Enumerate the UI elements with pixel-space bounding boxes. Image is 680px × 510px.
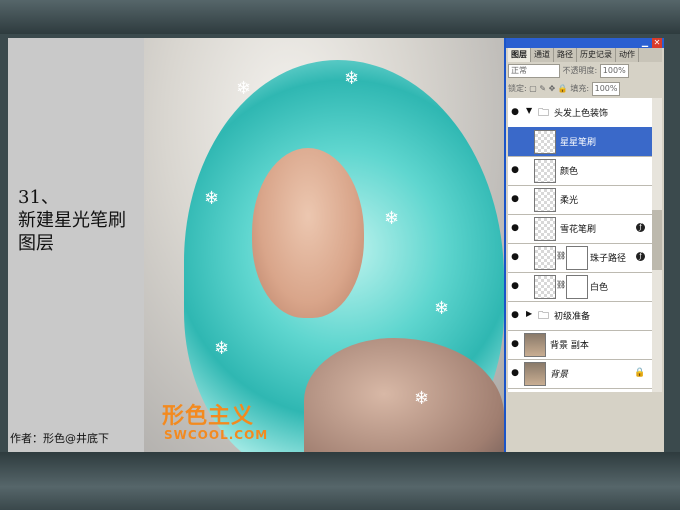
eye-icon[interactable]: ● xyxy=(510,165,520,175)
scrollbar-thumb[interactable] xyxy=(652,210,662,270)
layer-thumbnail xyxy=(534,217,556,241)
panel-footer xyxy=(508,392,662,450)
bottom-frame-bar xyxy=(0,452,680,510)
layer-row[interactable]: ● ▼ 🗀 头发上色装饰 xyxy=(508,98,652,128)
artwork-photo: ❄ ❄ ❄ ❄ ❄ ❄ ❄ 形色主义 SWCOOL.COM xyxy=(144,38,506,452)
fill-input[interactable]: 100% xyxy=(591,81,621,96)
snowflake-icon: ❄ xyxy=(414,388,430,409)
eye-icon[interactable]: ● xyxy=(510,107,520,117)
tab-layers[interactable]: 图层 xyxy=(508,48,531,62)
layer-thumbnail xyxy=(524,362,546,386)
layer-row[interactable]: ● ▶ 🗀 初级准备 xyxy=(508,301,652,331)
blend-options-row: 正常 不透明度: 100% xyxy=(508,62,662,80)
chain-link-icon[interactable]: ⛓ xyxy=(556,280,566,289)
layer-name: 星星笔刷 xyxy=(560,138,597,148)
snowflake-icon: ❄ xyxy=(204,188,220,209)
watermark-logo-en: SWCOOL.COM xyxy=(164,428,269,442)
author-credit: 作者：形色@井底下 xyxy=(10,432,109,445)
lock-label: 锁定: xyxy=(508,84,527,93)
opacity-label: 不透明度: xyxy=(562,66,598,75)
layer-row[interactable]: ● 背景 🔒 xyxy=(508,359,652,389)
tab-paths[interactable]: 路径 xyxy=(554,48,577,62)
chevron-down-icon[interactable]: ▼ xyxy=(526,106,532,115)
lock-icon: 🔒 xyxy=(634,368,646,378)
layer-name: 背景 xyxy=(550,370,569,380)
layer-name: 初级准备 xyxy=(554,312,591,322)
layer-thumbnail xyxy=(534,275,556,299)
tab-history[interactable]: 历史记录 xyxy=(577,48,616,62)
opacity-input[interactable]: 100% xyxy=(599,63,629,78)
layer-row[interactable]: ● 柔光 xyxy=(508,185,652,215)
layer-name: 雪花笔刷 xyxy=(560,225,597,235)
close-icon[interactable]: ✕ xyxy=(652,38,662,48)
snowflake-icon: ❄ xyxy=(236,78,252,99)
tab-actions[interactable]: 动作 xyxy=(616,48,639,62)
layer-name: 白色 xyxy=(590,283,609,293)
layer-name: 珠子路径 xyxy=(590,254,627,264)
layer-name: 背景 副本 xyxy=(550,341,589,351)
panel-tabs: 图层 通道 路径 历史记录 动作 xyxy=(508,48,662,62)
top-frame-bar xyxy=(0,0,680,34)
fill-label: 填充: xyxy=(570,84,590,93)
watermark-logo-cn: 形色主义 xyxy=(162,404,255,429)
tab-channels[interactable]: 通道 xyxy=(531,48,554,62)
eye-icon[interactable]: ● xyxy=(510,368,520,378)
layer-thumbnail xyxy=(534,246,556,270)
layer-name: 柔光 xyxy=(560,196,579,206)
layer-list: ● ▼ 🗀 头发上色装饰 星星笔刷 ● 颜色 ● 柔光 ● 雪花笔刷 ƒ ● ⛓… xyxy=(508,98,652,392)
layer-mask-thumbnail xyxy=(566,275,588,299)
chevron-right-icon[interactable]: ▶ xyxy=(526,309,532,318)
layer-mask-thumbnail xyxy=(566,246,588,270)
eye-icon[interactable]: ● xyxy=(510,194,520,204)
chain-link-icon[interactable]: ⛓ xyxy=(556,251,566,260)
layer-list-scrollbar[interactable] xyxy=(652,98,662,392)
blend-mode-select[interactable]: 正常 xyxy=(508,63,560,78)
layer-thumbnail xyxy=(534,188,556,212)
layer-name: 头发上色装饰 xyxy=(554,109,609,119)
layer-row[interactable]: ● 颜色 xyxy=(508,156,652,186)
eye-icon[interactable]: ● xyxy=(510,281,520,291)
layer-effects-icon[interactable]: ƒ xyxy=(636,252,645,261)
snowflake-icon: ❄ xyxy=(344,68,360,89)
layer-thumbnail xyxy=(534,130,556,154)
layer-row-selected[interactable]: 星星笔刷 xyxy=(508,127,652,157)
layer-row[interactable]: ● ⛓ 珠子路径 ƒ xyxy=(508,243,652,273)
layer-row[interactable]: ● 雪花笔刷 ƒ xyxy=(508,214,652,244)
layer-thumbnail xyxy=(524,333,546,357)
layer-name: 颜色 xyxy=(560,167,579,177)
layer-thumbnail xyxy=(534,159,556,183)
layer-effects-icon[interactable]: ƒ xyxy=(636,223,645,232)
eye-icon[interactable]: ● xyxy=(510,339,520,349)
folder-icon: 🗀 xyxy=(538,106,549,119)
folder-icon: 🗀 xyxy=(538,309,549,322)
lock-options-row: 锁定: ▢ ✎ ✥ 🔒 填充: 100% xyxy=(508,80,662,98)
face xyxy=(252,148,364,318)
minimize-icon[interactable]: ▁ xyxy=(640,38,650,48)
lock-icons[interactable]: ▢ ✎ ✥ 🔒 xyxy=(529,84,568,93)
snowflake-icon: ❄ xyxy=(214,338,230,359)
snowflake-icon: ❄ xyxy=(384,208,400,229)
layer-row[interactable]: ● 背景 副本 xyxy=(508,330,652,360)
eye-icon[interactable]: ● xyxy=(510,223,520,233)
step-title: 31、 新建星光笔刷 图层 xyxy=(18,187,126,254)
snowflake-icon: ❄ xyxy=(434,298,450,319)
eye-icon[interactable]: ● xyxy=(510,310,520,320)
eye-icon[interactable]: ● xyxy=(510,252,520,262)
layer-row[interactable]: ● ⛓ 白色 xyxy=(508,272,652,302)
